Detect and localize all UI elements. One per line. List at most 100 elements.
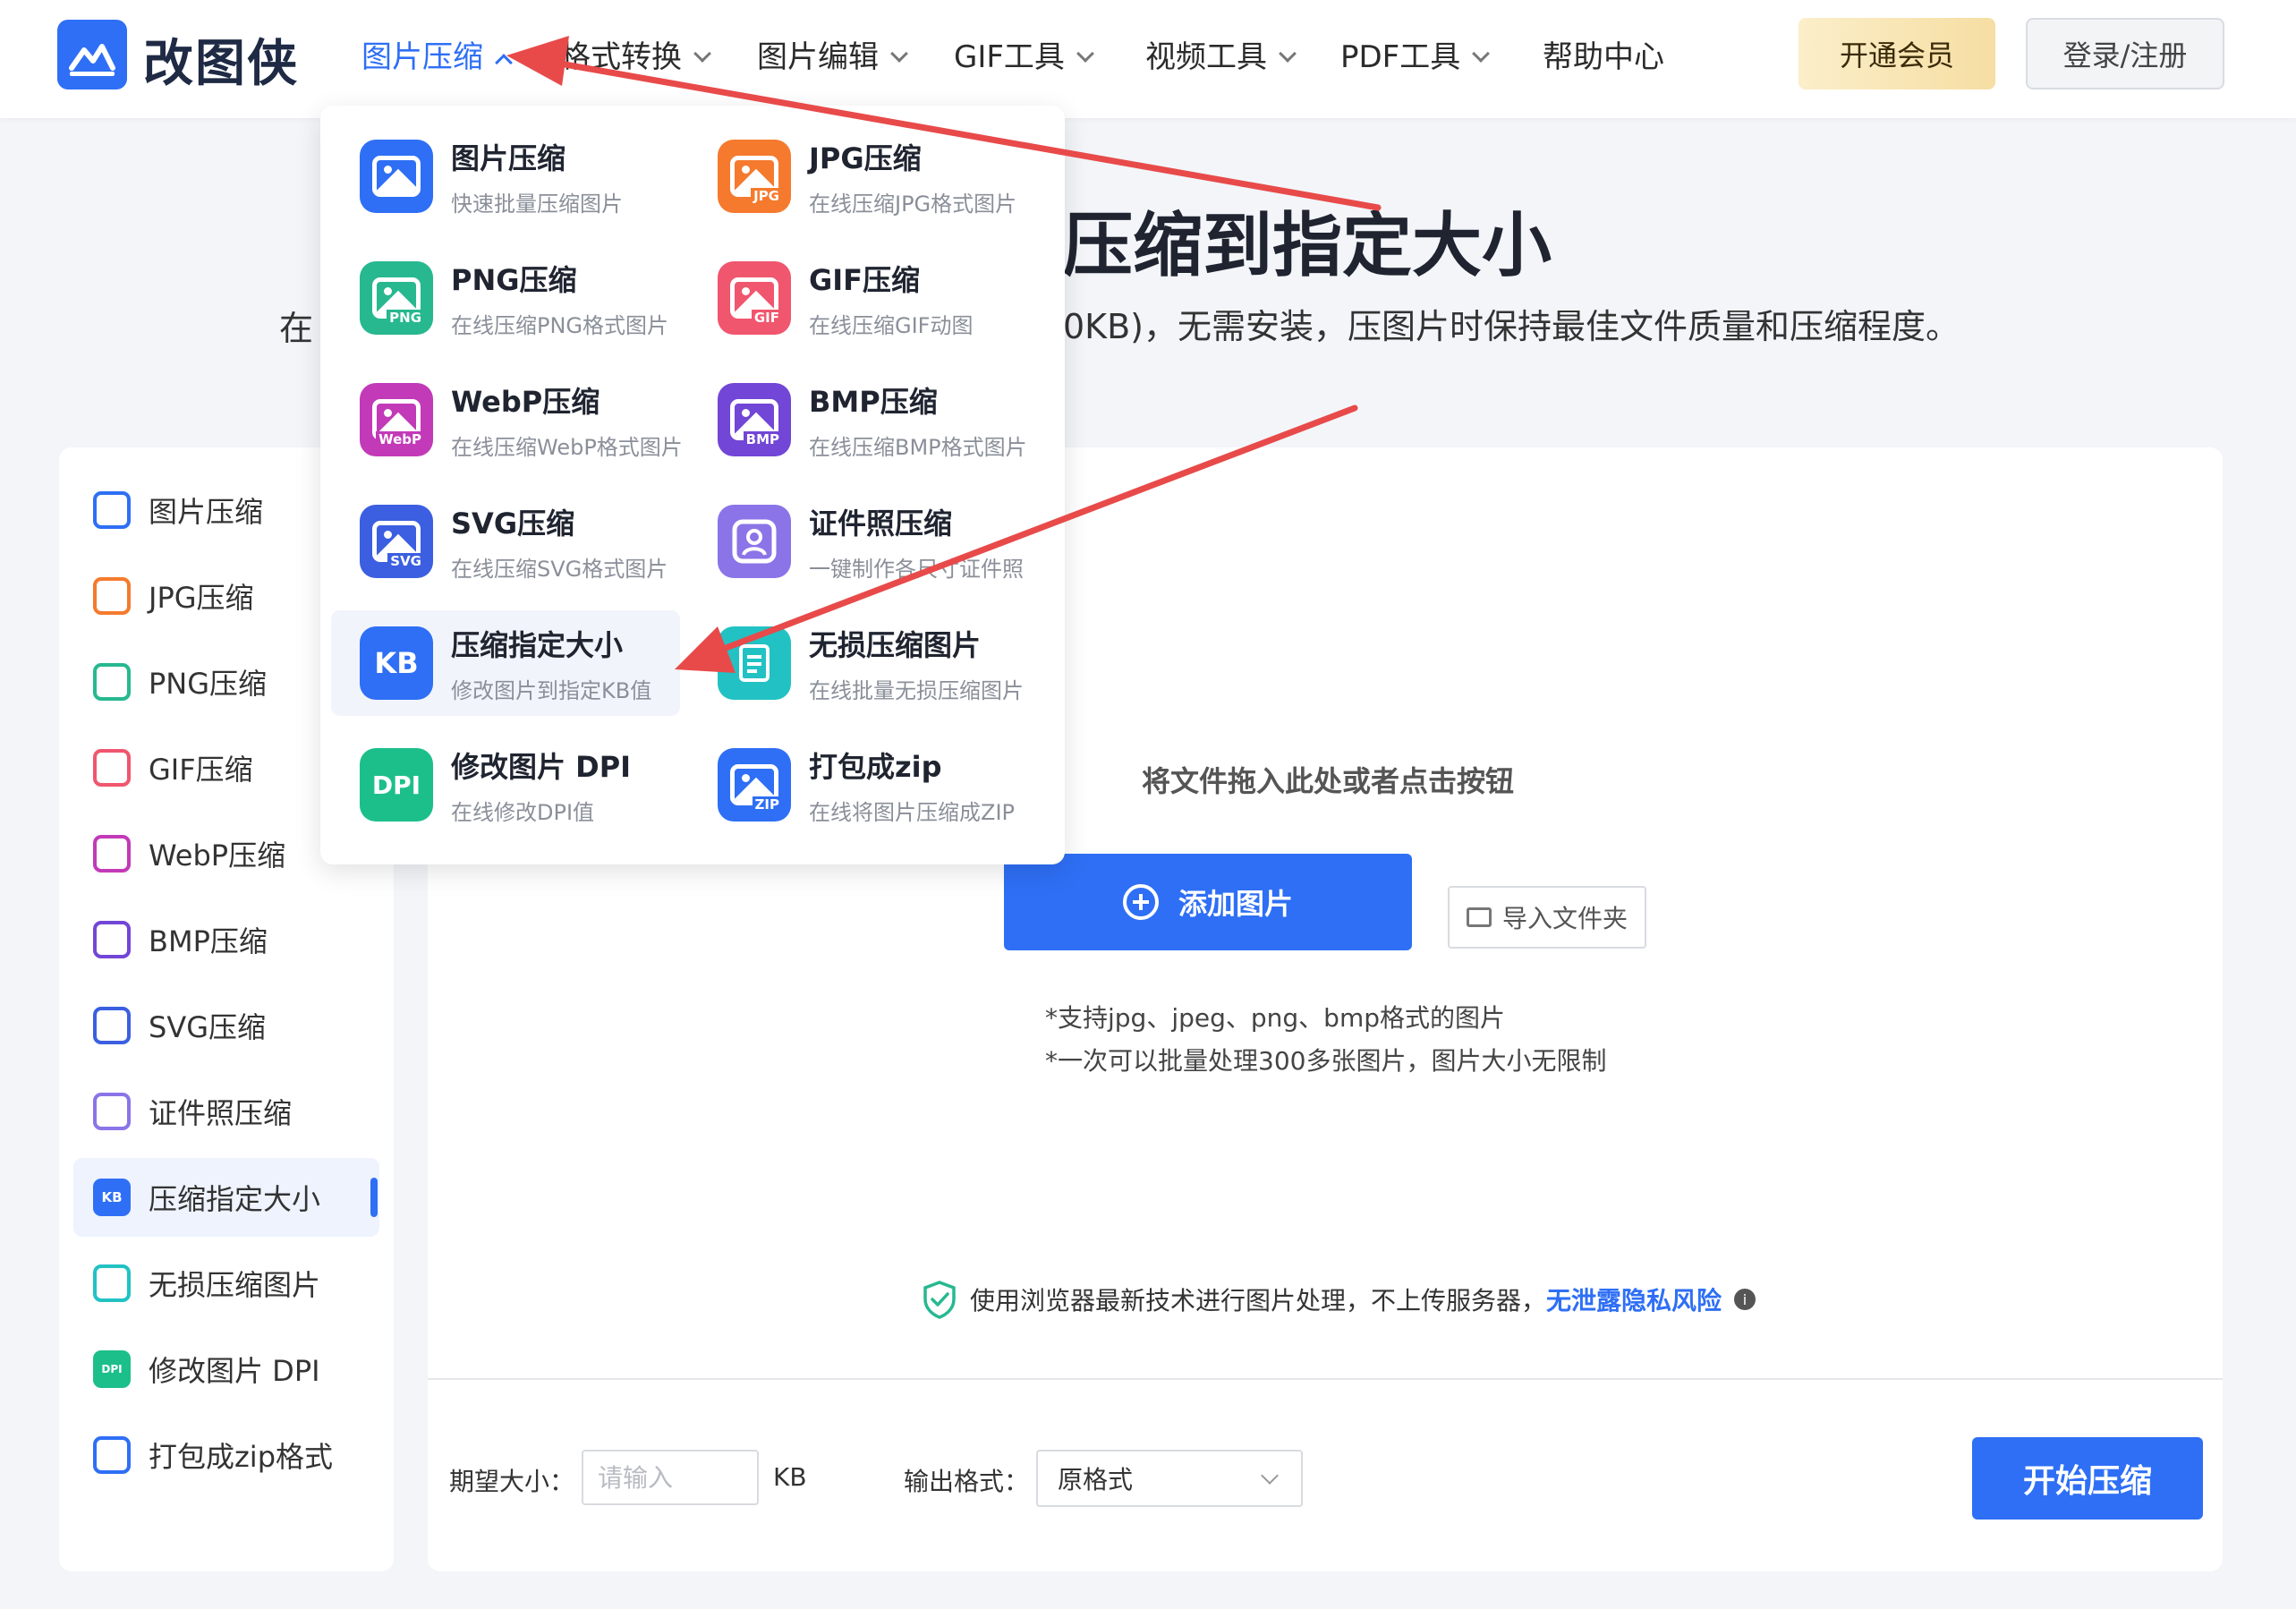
sidebar-item-label: WebP压缩 <box>149 839 286 873</box>
menu-item-desc: 快速批量压缩图片 <box>451 191 623 217</box>
menu-item-title: 图片压缩 <box>451 140 566 175</box>
menu-item-title: WebP压缩 <box>451 384 600 419</box>
logo-text[interactable]: 改图侠 <box>143 23 299 96</box>
add-image-button[interactable]: 添加图片 <box>1004 854 1412 950</box>
sidebar-item-bmp-compress[interactable]: BMP压缩 <box>73 900 379 979</box>
sidebar-item-label: JPG压缩 <box>149 581 254 615</box>
png-image-icon: PNG <box>360 261 433 335</box>
nav-help-center[interactable]: 帮助中心 <box>1543 32 1664 76</box>
sidebar-item-id-photo-compress[interactable]: 证件照压缩 <box>73 1072 379 1151</box>
import-folder-button[interactable]: 导入文件夹 <box>1448 886 1646 949</box>
output-format-label: 输出格式： <box>904 1467 1030 1496</box>
gif-image-icon <box>93 749 131 787</box>
menu-item-desc: 在线压缩SVG格式图片 <box>451 556 668 582</box>
sidebar-item-label: 压缩指定大小 <box>149 1182 321 1216</box>
icon-tag: WebP <box>376 431 424 447</box>
sidebar-item-label: GIF压缩 <box>149 753 253 787</box>
menu-item-lossless-compress[interactable]: 无损压缩图片 在线批量无损压缩图片 <box>689 610 1038 716</box>
sidebar-item-compress-to-size[interactable]: KB 压缩指定大小 <box>73 1158 379 1237</box>
menu-item-jpg-compress[interactable]: JPG JPG压缩 在线压缩JPG格式图片 <box>689 123 1038 229</box>
menu-item-pack-zip[interactable]: ZIP 打包成zip 在线将图片压缩成ZIP <box>689 732 1038 838</box>
options-divider <box>428 1378 2223 1380</box>
nav-label: GIF工具 <box>954 39 1065 75</box>
page-title: 压缩到指定大小 <box>1063 206 1552 286</box>
sidebar-item-lossless-compress[interactable]: 无损压缩图片 <box>73 1244 379 1323</box>
chevron-down-icon <box>1472 45 1491 63</box>
menu-item-svg-compress[interactable]: SVG SVG压缩 在线压缩SVG格式图片 <box>331 489 680 594</box>
image-icon <box>360 140 433 213</box>
nav-label: 视频工具 <box>1145 39 1267 75</box>
page-subtitle-fragment: 在 <box>279 309 314 348</box>
nav-format-convert[interactable]: 格式转换 <box>560 32 711 76</box>
privacy-notice: 使用浏览器最新技术进行图片处理，不上传服务器， 无泄露隐私风险 i <box>922 1280 1756 1319</box>
menu-item-title: 压缩指定大小 <box>451 627 624 662</box>
menu-item-compress-to-size[interactable]: KB 压缩指定大小修改图片到指定KB值 <box>331 610 680 716</box>
sidebar-item-svg-compress[interactable]: SVG压缩 <box>73 986 379 1065</box>
icon-tag: JPG <box>751 188 782 204</box>
page-subtitle: 0KB)，无需安装，压图片时保持最佳文件质量和压缩程度。 <box>1063 307 1960 346</box>
kb-icon: KB <box>93 1179 131 1216</box>
menu-item-modify-dpi[interactable]: DPI 修改图片 DPI 在线修改DPI值 <box>331 732 680 838</box>
bmp-image-icon <box>93 921 131 958</box>
sidebar-item-label: 无损压缩图片 <box>149 1268 321 1302</box>
menu-item-desc: 在线压缩GIF动图 <box>809 312 974 338</box>
jpg-image-icon <box>93 577 131 615</box>
login-register-button[interactable]: 登录/注册 <box>2026 18 2224 89</box>
nav-label: 图片压缩 <box>361 39 483 75</box>
expected-size-input[interactable] <box>582 1450 759 1505</box>
nav-pdf-tools[interactable]: PDF工具 <box>1340 32 1491 76</box>
webp-image-icon: WebP <box>360 383 433 456</box>
nav-video-tools[interactable]: 视频工具 <box>1145 32 1297 76</box>
chevron-down-icon <box>890 45 908 63</box>
privacy-link[interactable]: 无泄露隐私风险 <box>1546 1281 1722 1317</box>
menu-item-desc: 在线将图片压缩成ZIP <box>809 799 1015 825</box>
menu-item-title: 打包成zip <box>809 749 942 784</box>
nav-gif-tools[interactable]: GIF工具 <box>954 32 1094 76</box>
sidebar-item-label: 图片压缩 <box>149 495 264 529</box>
svg-image-icon <box>93 1007 131 1044</box>
folder-icon <box>1466 907 1492 927</box>
icon-tag: PNG <box>387 310 424 326</box>
nav-image-compress[interactable]: 图片压缩 <box>361 32 513 76</box>
webp-image-icon <box>93 835 131 873</box>
top-header: 改图侠 图片压缩 格式转换 图片编辑 GIF工具 视频工具 PDF工具 帮助中心… <box>0 0 2296 118</box>
bmp-image-icon: BMP <box>718 383 791 456</box>
import-folder-label: 导入文件夹 <box>1501 904 1628 933</box>
menu-item-png-compress[interactable]: PNG PNG压缩 在线压缩PNG格式图片 <box>331 245 680 351</box>
shield-check-icon <box>923 1281 956 1319</box>
menu-item-title: JPG压缩 <box>809 140 922 175</box>
size-unit-label: KB <box>773 1462 807 1492</box>
png-image-icon <box>93 663 131 701</box>
output-format-value: 原格式 <box>1058 1465 1134 1494</box>
menu-item-image-compress[interactable]: 图片压缩快速批量压缩图片 <box>331 123 680 229</box>
menu-item-bmp-compress[interactable]: BMP BMP压缩 在线压缩BMP格式图片 <box>689 367 1038 472</box>
sidebar-item-label: 证件照压缩 <box>149 1096 293 1130</box>
menu-item-id-photo-compress[interactable]: 证件照压缩 一键制作各尺寸证件照 <box>689 489 1038 594</box>
info-icon[interactable]: i <box>1734 1289 1756 1310</box>
menu-item-desc: 修改图片到指定KB值 <box>451 677 652 703</box>
portrait-icon <box>718 505 791 578</box>
vip-button[interactable]: 开通会员 <box>1799 18 1995 89</box>
start-compress-button[interactable]: 开始压缩 <box>1972 1437 2203 1520</box>
menu-item-title: 修改图片 DPI <box>451 749 632 784</box>
kb-icon-text: KB <box>374 646 419 680</box>
batch-limit-note: *一次可以批量处理300多张图片，图片大小无限制 <box>1045 1046 1607 1076</box>
menu-item-title: 无损压缩图片 <box>809 627 982 662</box>
menu-item-desc: 在线压缩BMP格式图片 <box>809 434 1027 460</box>
gif-image-icon: GIF <box>718 261 791 335</box>
kb-icon: KB <box>360 626 433 700</box>
icon-tag: ZIP <box>752 796 782 813</box>
sidebar-item-label: BMP压缩 <box>149 924 268 958</box>
menu-item-gif-compress[interactable]: GIF GIF压缩 在线压缩GIF动图 <box>689 245 1038 351</box>
dpi-icon: DPI <box>360 748 433 822</box>
sidebar-item-pack-zip[interactable]: 打包成zip格式 <box>73 1416 379 1494</box>
menu-item-webp-compress[interactable]: WebP WebP压缩 在线压缩WebP格式图片 <box>331 367 683 472</box>
logo-icon[interactable] <box>57 20 127 89</box>
output-format-select[interactable]: 原格式 <box>1036 1450 1303 1507</box>
sidebar-item-label: PNG压缩 <box>149 667 268 701</box>
nav-image-edit[interactable]: 图片编辑 <box>757 32 908 76</box>
add-image-label: 添加图片 <box>1178 887 1293 921</box>
sidebar-item-label: 修改图片 DPI <box>149 1354 320 1388</box>
sidebar-item-modify-dpi[interactable]: DPI 修改图片 DPI <box>73 1330 379 1409</box>
menu-item-desc: 在线压缩PNG格式图片 <box>451 312 669 338</box>
